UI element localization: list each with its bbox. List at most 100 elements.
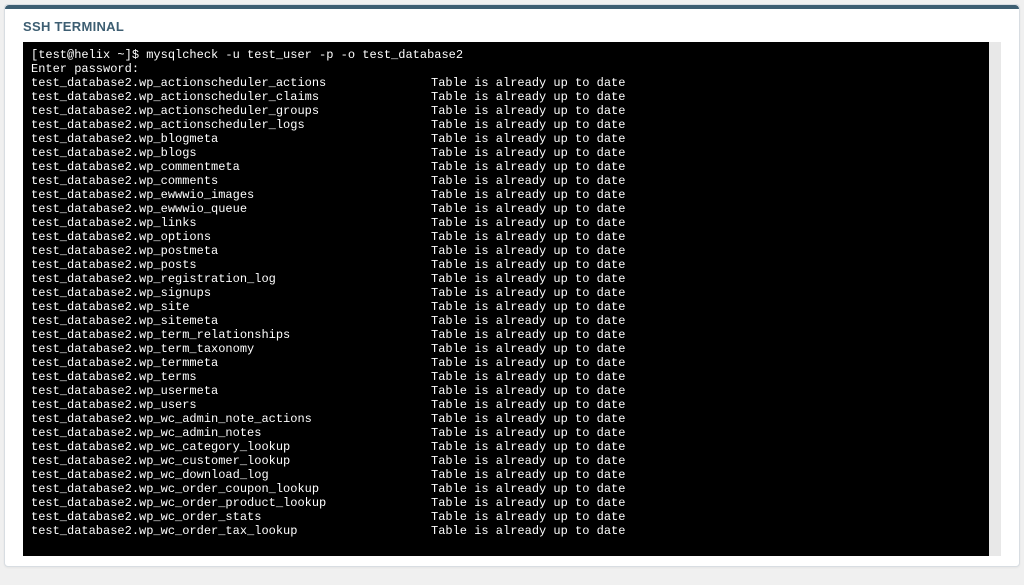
terminal-result-line: test_database2.wp_wc_admin_notesTable is… xyxy=(31,426,981,440)
table-status: Table is already up to date xyxy=(431,118,625,132)
table-status: Table is already up to date xyxy=(431,510,625,524)
terminal-result-line: test_database2.wp_termsTable is already … xyxy=(31,370,981,384)
table-status: Table is already up to date xyxy=(431,90,625,104)
table-status: Table is already up to date xyxy=(431,272,625,286)
terminal-result-line: test_database2.wp_commentsTable is alrea… xyxy=(31,174,981,188)
table-status: Table is already up to date xyxy=(431,342,625,356)
table-name: test_database2.wp_registration_log xyxy=(31,272,431,286)
table-name: test_database2.wp_wc_category_lookup xyxy=(31,440,431,454)
terminal-result-line: test_database2.wp_usermetaTable is alrea… xyxy=(31,384,981,398)
terminal-result-line: test_database2.wp_usersTable is already … xyxy=(31,398,981,412)
table-status: Table is already up to date xyxy=(431,426,625,440)
table-name: test_database2.wp_signups xyxy=(31,286,431,300)
table-status: Table is already up to date xyxy=(431,496,625,510)
terminal-result-line: test_database2.wp_signupsTable is alread… xyxy=(31,286,981,300)
terminal-result-line: test_database2.wp_termmetaTable is alrea… xyxy=(31,356,981,370)
table-name: test_database2.wp_sitemeta xyxy=(31,314,431,328)
terminal-result-line: test_database2.wp_actionscheduler_logsTa… xyxy=(31,118,981,132)
terminal-result-line: test_database2.wp_wc_order_tax_lookupTab… xyxy=(31,524,981,538)
panel-title: SSH TERMINAL xyxy=(5,9,1019,42)
terminal-result-line: test_database2.wp_actionscheduler_claims… xyxy=(31,90,981,104)
table-status: Table is already up to date xyxy=(431,440,625,454)
table-name: test_database2.wp_site xyxy=(31,300,431,314)
terminal-result-line: test_database2.wp_optionsTable is alread… xyxy=(31,230,981,244)
table-status: Table is already up to date xyxy=(431,468,625,482)
terminal-result-line: test_database2.wp_commentmetaTable is al… xyxy=(31,160,981,174)
table-name: test_database2.wp_options xyxy=(31,230,431,244)
table-name: test_database2.wp_blogmeta xyxy=(31,132,431,146)
table-status: Table is already up to date xyxy=(431,174,625,188)
terminal-result-line: test_database2.wp_registration_logTable … xyxy=(31,272,981,286)
terminal-result-line: test_database2.wp_ewwwio_imagesTable is … xyxy=(31,188,981,202)
terminal-result-line: test_database2.wp_actionscheduler_action… xyxy=(31,76,981,90)
table-name: test_database2.wp_wc_admin_note_actions xyxy=(31,412,431,426)
table-name: test_database2.wp_wc_download_log xyxy=(31,468,431,482)
table-status: Table is already up to date xyxy=(431,216,625,230)
ssh-terminal-panel: SSH TERMINAL [test@helix ~]$ mysqlcheck … xyxy=(4,4,1020,567)
table-status: Table is already up to date xyxy=(431,104,625,118)
table-name: test_database2.wp_users xyxy=(31,398,431,412)
terminal-output[interactable]: [test@helix ~]$ mysqlcheck -u test_user … xyxy=(23,42,1001,556)
terminal-password-prompt: Enter password: xyxy=(31,62,981,76)
table-status: Table is already up to date xyxy=(431,454,625,468)
table-name: test_database2.wp_wc_customer_lookup xyxy=(31,454,431,468)
terminal-result-line: test_database2.wp_blogmetaTable is alrea… xyxy=(31,132,981,146)
table-name: test_database2.wp_actionscheduler_groups xyxy=(31,104,431,118)
table-name: test_database2.wp_commentmeta xyxy=(31,160,431,174)
terminal-result-line: test_database2.wp_siteTable is already u… xyxy=(31,300,981,314)
table-name: test_database2.wp_blogs xyxy=(31,146,431,160)
table-status: Table is already up to date xyxy=(431,202,625,216)
table-status: Table is already up to date xyxy=(431,524,625,538)
terminal-result-line: test_database2.wp_wc_order_product_looku… xyxy=(31,496,981,510)
table-status: Table is already up to date xyxy=(431,146,625,160)
terminal-result-line: test_database2.wp_postmetaTable is alrea… xyxy=(31,244,981,258)
table-name: test_database2.wp_actionscheduler_claims xyxy=(31,90,431,104)
table-name: test_database2.wp_usermeta xyxy=(31,384,431,398)
terminal-result-line: test_database2.wp_linksTable is already … xyxy=(31,216,981,230)
table-name: test_database2.wp_links xyxy=(31,216,431,230)
table-name: test_database2.wp_posts xyxy=(31,258,431,272)
terminal-result-line: test_database2.wp_sitemetaTable is alrea… xyxy=(31,314,981,328)
table-name: test_database2.wp_wc_order_tax_lookup xyxy=(31,524,431,538)
table-status: Table is already up to date xyxy=(431,286,625,300)
table-status: Table is already up to date xyxy=(431,412,625,426)
table-status: Table is already up to date xyxy=(431,314,625,328)
table-status: Table is already up to date xyxy=(431,230,625,244)
table-status: Table is already up to date xyxy=(431,76,625,90)
table-status: Table is already up to date xyxy=(431,300,625,314)
table-name: test_database2.wp_ewwwio_queue xyxy=(31,202,431,216)
terminal-command-line: [test@helix ~]$ mysqlcheck -u test_user … xyxy=(31,48,981,62)
terminal-result-line: test_database2.wp_wc_order_coupon_lookup… xyxy=(31,482,981,496)
terminal-result-line: test_database2.wp_term_relationshipsTabl… xyxy=(31,328,981,342)
table-name: test_database2.wp_comments xyxy=(31,174,431,188)
terminal-result-line: test_database2.wp_wc_order_statsTable is… xyxy=(31,510,981,524)
table-status: Table is already up to date xyxy=(431,356,625,370)
table-name: test_database2.wp_termmeta xyxy=(31,356,431,370)
table-name: test_database2.wp_postmeta xyxy=(31,244,431,258)
table-status: Table is already up to date xyxy=(431,244,625,258)
table-name: test_database2.wp_term_taxonomy xyxy=(31,342,431,356)
table-name: test_database2.wp_actionscheduler_action… xyxy=(31,76,431,90)
table-name: test_database2.wp_actionscheduler_logs xyxy=(31,118,431,132)
table-status: Table is already up to date xyxy=(431,370,625,384)
terminal-result-line: test_database2.wp_wc_admin_note_actionsT… xyxy=(31,412,981,426)
table-name: test_database2.wp_term_relationships xyxy=(31,328,431,342)
terminal-result-line: test_database2.wp_blogsTable is already … xyxy=(31,146,981,160)
table-status: Table is already up to date xyxy=(431,398,625,412)
table-name: test_database2.wp_wc_order_product_looku… xyxy=(31,496,431,510)
terminal-result-line: test_database2.wp_wc_download_logTable i… xyxy=(31,468,981,482)
terminal-container: [test@helix ~]$ mysqlcheck -u test_user … xyxy=(5,42,1019,566)
terminal-result-line: test_database2.wp_postsTable is already … xyxy=(31,258,981,272)
table-status: Table is already up to date xyxy=(431,384,625,398)
table-name: test_database2.wp_wc_order_stats xyxy=(31,510,431,524)
terminal-result-line: test_database2.wp_wc_customer_lookupTabl… xyxy=(31,454,981,468)
table-status: Table is already up to date xyxy=(431,188,625,202)
table-name: test_database2.wp_terms xyxy=(31,370,431,384)
terminal-result-line: test_database2.wp_actionscheduler_groups… xyxy=(31,104,981,118)
table-status: Table is already up to date xyxy=(431,328,625,342)
terminal-result-line: test_database2.wp_ewwwio_queueTable is a… xyxy=(31,202,981,216)
table-status: Table is already up to date xyxy=(431,160,625,174)
table-status: Table is already up to date xyxy=(431,132,625,146)
terminal-result-line: test_database2.wp_term_taxonomyTable is … xyxy=(31,342,981,356)
table-name: test_database2.wp_wc_order_coupon_lookup xyxy=(31,482,431,496)
